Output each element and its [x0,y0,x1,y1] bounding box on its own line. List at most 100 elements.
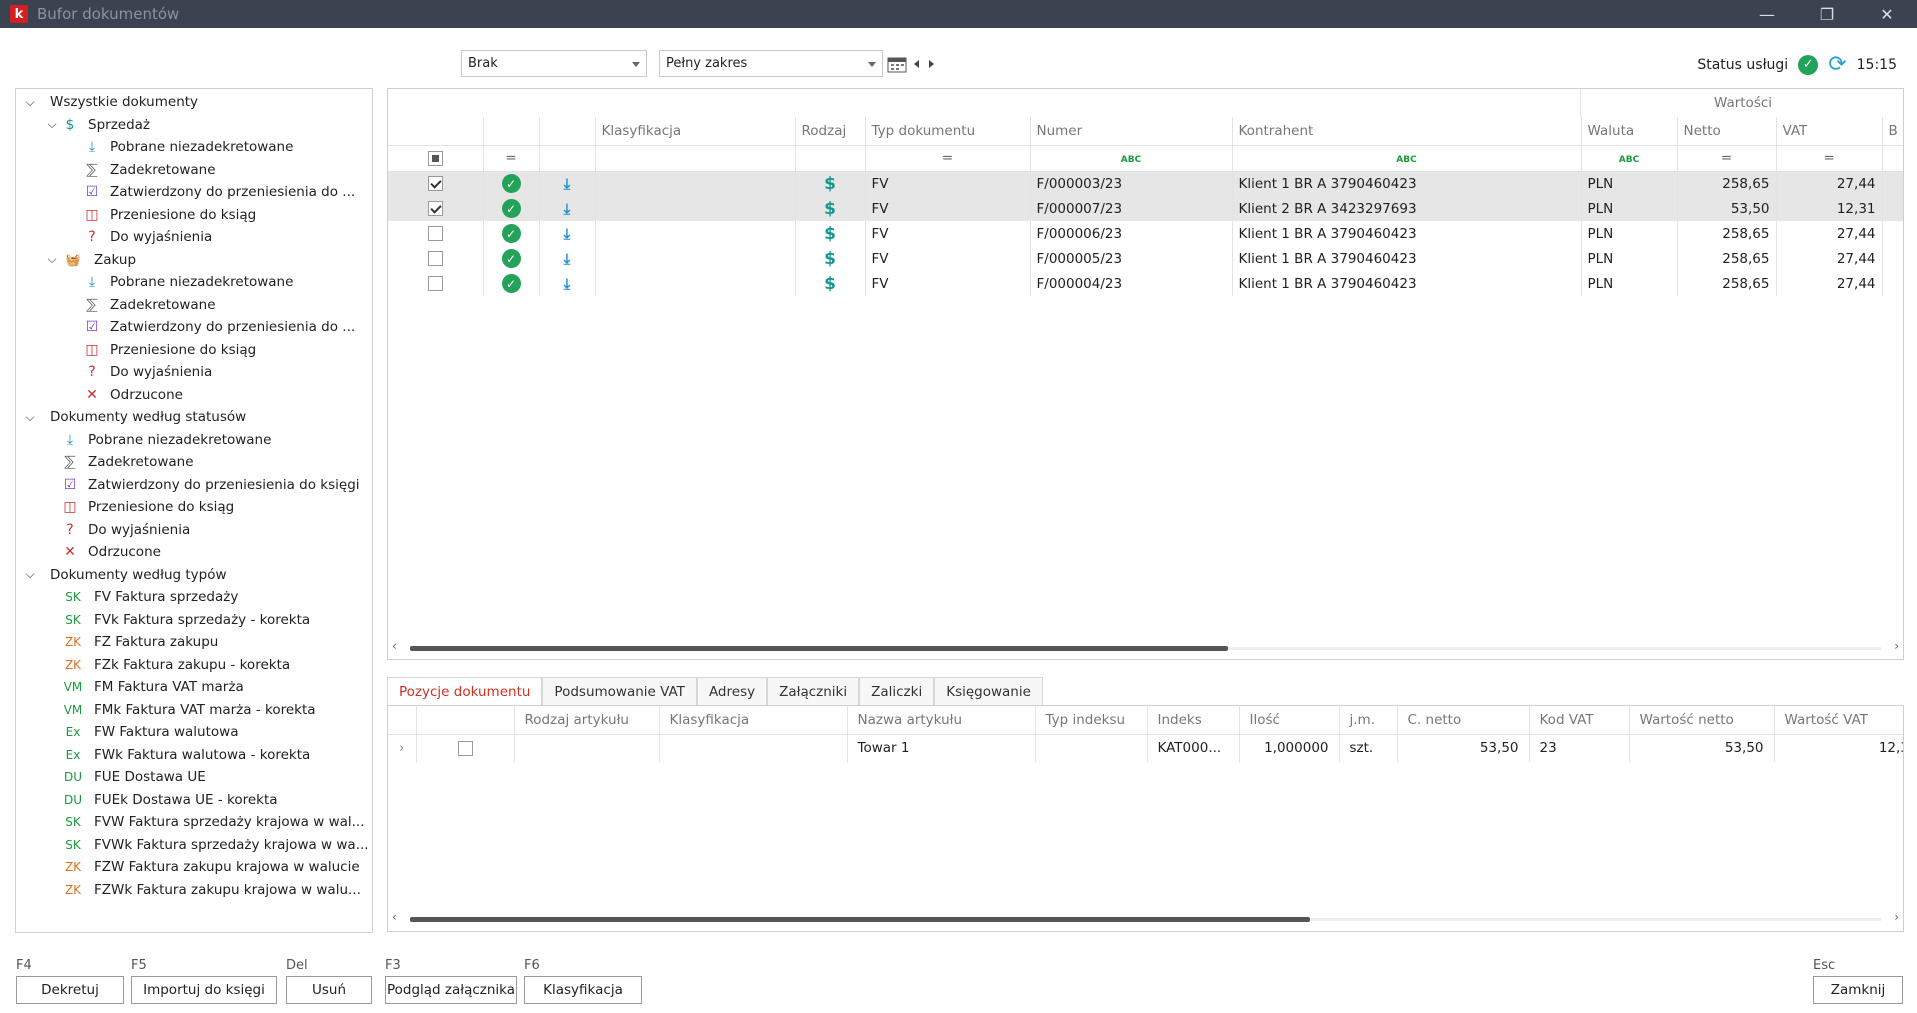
filter-cell[interactable]: = [1677,145,1777,172]
row-checkbox[interactable] [427,176,443,192]
classification-filter-combo[interactable]: Brak [461,50,647,77]
column-header[interactable]: Klasyfikacja [595,117,796,146]
tree-node[interactable]: ? Do wyjaśnienia [16,519,372,542]
column-header[interactable]: Waluta [1581,117,1678,146]
column-header[interactable]: C. netto [1397,706,1530,735]
table-row[interactable]: ✓ ⤓ $ FV F/000003/23 Klient 1 BR A 3790460423… [388,171,1903,196]
column-header[interactable]: Kod VAT [1529,706,1630,735]
column-header[interactable]: Netto [1677,117,1777,146]
tab-księgowanie[interactable]: Księgowanie [934,677,1043,705]
tab-pozycje-dokumentu[interactable]: Pozycje dokumentu [387,677,543,705]
refresh-icon[interactable]: ⟳ [1828,52,1846,77]
tree-node[interactable]: ⌵ $ Sprzedaż [16,114,372,137]
tree-node[interactable]: SK FVW Faktura sprzedaży krajowa w wal... [16,811,372,834]
table-row[interactable]: › Towar 1 KAT000... 1,000000 szt. 53,50 23 53,5… [388,734,1903,762]
table-row[interactable]: ✓ ⤓ $ FV F/000006/23 Klient 1 BR A 3790460423… [388,221,1903,246]
scroll-right-icon[interactable]: › [1894,639,1899,653]
filter-operator[interactable]: = [1721,150,1732,166]
filter-operator[interactable]: = [942,150,953,166]
minimize-button[interactable]: — [1737,0,1797,28]
row-checkbox-cell[interactable] [388,271,484,296]
filter-cell[interactable] [595,145,796,172]
tree-node[interactable]: ⌵ Wszystkie dokumenty [16,91,372,114]
usuń-button[interactable]: Usuń [286,976,372,1004]
tree-node[interactable]: VM FMk Faktura VAT marża - korekta [16,699,372,722]
tree-node[interactable]: ⅀ Zadekretowane [16,159,372,182]
tree-node[interactable]: ZK FZWk Faktura zakupu krajowa w walu... [16,879,372,902]
date-range-combo[interactable]: Pełny zakres [659,50,883,77]
scroll-left-icon[interactable]: ‹ [392,910,397,924]
column-header[interactable]: Rodzaj [795,117,866,146]
grid-horizontal-scrollbar[interactable]: ‹ › [388,639,1903,655]
chevron-down-icon[interactable]: ⌵ [44,252,60,267]
filter-cell[interactable] [795,145,866,172]
tree-node[interactable]: DU FUE Dostawa UE [16,766,372,789]
tree-node[interactable]: Ex FW Faktura walutowa [16,721,372,744]
column-header[interactable] [483,117,540,146]
tree-node[interactable]: Ex FWk Faktura walutowa - korekta [16,744,372,767]
filter-cell[interactable]: = [865,145,1031,172]
column-header[interactable]: Nazwa artykułu [847,706,1036,735]
expand-cell[interactable]: › [388,734,417,762]
filter-cell[interactable]: = [1776,145,1883,172]
column-header[interactable]: Klasyfikacja [659,706,848,735]
column-header[interactable]: VAT [1776,117,1883,146]
previous-period-icon[interactable] [913,59,921,69]
chevron-right-icon[interactable]: › [399,740,404,756]
tree-node[interactable]: ZK FZ Faktura zakupu [16,631,372,654]
positions-horizontal-scrollbar[interactable]: ‹ › [388,910,1903,926]
column-header[interactable]: Typ dokumentu [865,117,1031,146]
tree-node[interactable]: ? Do wyjaśnienia [16,226,372,249]
row-checkbox[interactable] [457,740,473,756]
checkbox-cell[interactable] [416,734,515,762]
column-header[interactable]: Typ indeksu [1035,706,1148,735]
zamknij-button[interactable]: Zamknij [1813,976,1903,1004]
tab-adresy[interactable]: Adresy [696,677,768,705]
column-header[interactable] [388,706,417,735]
tree-node[interactable]: ✕ Odrzucone [16,541,372,564]
table-row[interactable]: ✓ ⤓ $ FV F/000007/23 Klient 2 BR A 3423297693… [388,196,1903,221]
tree-node[interactable]: ◫ Przeniesione do ksiąg [16,496,372,519]
column-header[interactable]: Rodzaj artykułu [514,706,660,735]
column-header[interactable]: Numer [1030,117,1233,146]
tree-node[interactable]: ⌵ Dokumenty według typów [16,564,372,587]
scroll-left-icon[interactable]: ‹ [392,639,397,653]
filter-cell[interactable] [388,145,484,172]
tree-node[interactable]: ✕ Odrzucone [16,384,372,407]
restore-button[interactable]: ❐ [1797,0,1857,28]
scroll-right-icon[interactable]: › [1894,910,1899,924]
row-checkbox-cell[interactable] [388,196,484,221]
tab-zaliczki[interactable]: Zaliczki [859,677,935,705]
tree-node[interactable]: ⌵ Dokumenty według statusów [16,406,372,429]
text-filter-icon[interactable]: ABC [1121,155,1141,165]
row-checkbox[interactable] [427,226,443,241]
row-checkbox[interactable] [427,276,443,291]
filter-cell[interactable]: = [483,145,540,172]
filter-cell[interactable]: ABC [1232,145,1582,172]
column-header[interactable] [388,117,484,146]
column-header[interactable]: Kontrahent [1232,117,1582,146]
tree-node[interactable]: ? Do wyjaśnienia [16,361,372,384]
tree-node[interactable]: ◫ Przeniesione do ksiąg [16,339,372,362]
tree-node[interactable]: ZK FZk Faktura zakupu - korekta [16,654,372,677]
close-window-button[interactable]: ✕ [1857,0,1917,28]
tree-node[interactable]: ☑ Zatwierdzony do przeniesienia do ... [16,316,372,339]
filter-cell[interactable]: ABC [1030,145,1233,172]
tree-node[interactable]: ☑ Zatwierdzony do przeniesienia do ... [16,181,372,204]
column-header[interactable]: j.m. [1339,706,1398,735]
tree-node[interactable]: SK FVWk Faktura sprzedaży krajowa w wa... [16,834,372,857]
chevron-down-icon[interactable]: ⌵ [22,567,38,582]
column-header[interactable]: Wartość VAT [1774,706,1903,735]
row-checkbox-cell[interactable] [388,221,484,246]
tree-node[interactable]: ⤓ Pobrane niezadekretowane [16,271,372,294]
table-row[interactable]: ✓ ⤓ $ FV F/000005/23 Klient 1 BR A 3790460423… [388,246,1903,271]
row-checkbox[interactable] [427,251,443,266]
tree-node[interactable]: SK FVk Faktura sprzedaży - korekta [16,609,372,632]
row-checkbox[interactable] [427,201,443,216]
column-header[interactable] [416,706,515,735]
scrollbar-thumb[interactable] [410,646,1228,651]
tree-node[interactable]: ⤓ Pobrane niezadekretowane [16,429,372,452]
column-header[interactable]: Wartość netto [1629,706,1775,735]
column-header[interactable]: Indeks [1147,706,1240,735]
tree-node[interactable]: VM FM Faktura VAT marża [16,676,372,699]
